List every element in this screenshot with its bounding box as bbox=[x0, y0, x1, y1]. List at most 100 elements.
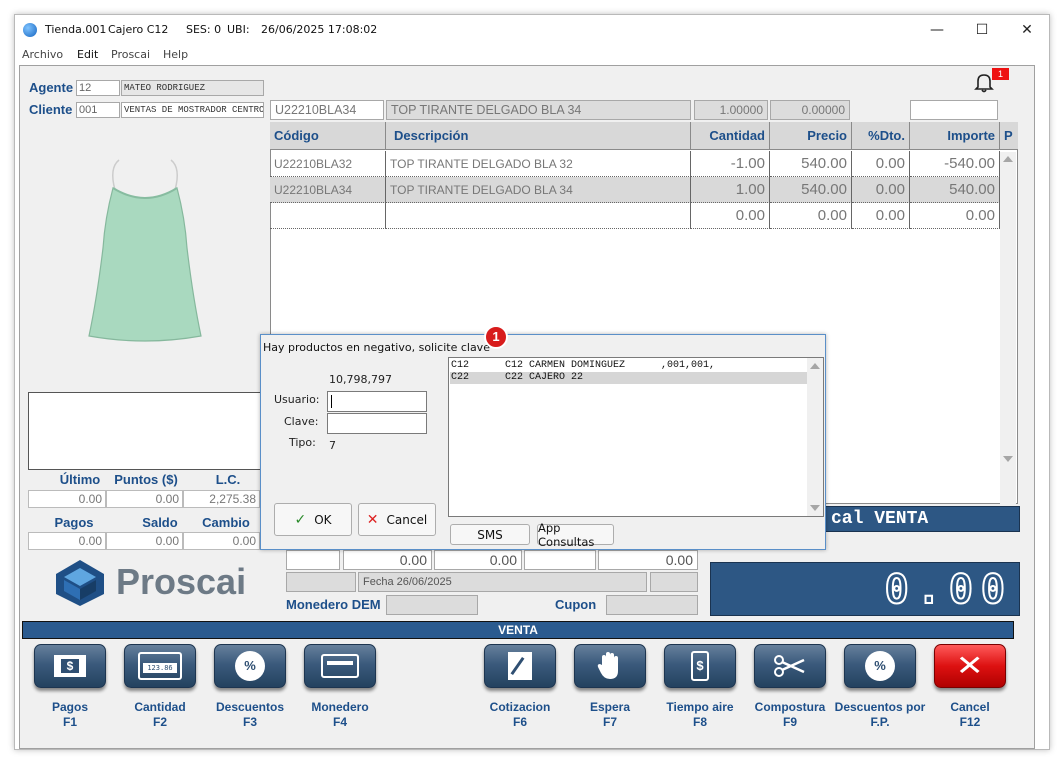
menu-help[interactable]: Help bbox=[163, 48, 188, 61]
cell-discount: 0.00 bbox=[852, 177, 910, 203]
app-consultas-button[interactable]: App Consultas bbox=[537, 521, 614, 549]
cell-code bbox=[270, 203, 386, 229]
quote-icon bbox=[508, 652, 532, 680]
money-icon: $ bbox=[54, 655, 86, 677]
ok-label: OK bbox=[314, 512, 332, 527]
descuentos-fp-label: Descuentos por F.P. bbox=[834, 700, 926, 729]
entry-quantity[interactable]: 1.00000 bbox=[694, 100, 768, 120]
descuentos-fp-button[interactable]: % bbox=[844, 644, 916, 688]
sms-button[interactable]: SMS bbox=[450, 524, 530, 545]
dialog-number: 10,798,797 bbox=[329, 373, 392, 386]
scroll-down-icon[interactable] bbox=[1003, 456, 1013, 462]
tipo-value: 7 bbox=[329, 439, 336, 452]
cancel-f12-button[interactable]: ✕ bbox=[934, 644, 1006, 688]
totals-value-3: 0.00 bbox=[598, 550, 698, 570]
percent-icon: % bbox=[865, 651, 895, 681]
cancel-label: Cancel bbox=[386, 512, 428, 527]
header-importe: Importe bbox=[910, 122, 1000, 150]
pagos-label: Pagos F1 bbox=[51, 700, 88, 729]
monedero-f4-label: Monedero F4 bbox=[311, 700, 369, 729]
cancel-button[interactable]: ✕ Cancel bbox=[358, 503, 436, 536]
scroll-up-icon[interactable] bbox=[1003, 156, 1013, 162]
header-p: P bbox=[1000, 122, 1018, 150]
entry-code-input[interactable]: U22210BLA34 bbox=[270, 100, 384, 120]
cotizacion-button[interactable] bbox=[484, 644, 556, 688]
card-icon bbox=[321, 654, 359, 678]
list-item[interactable]: C22 C22 CAJERO 22 bbox=[450, 372, 807, 384]
step-badge: 1 bbox=[484, 325, 508, 349]
user-list[interactable]: C12 C12 CARMEN DOMINGUEZ ,001,001, C22 C… bbox=[448, 357, 824, 517]
monedero-button[interactable] bbox=[304, 644, 376, 688]
calculator-icon: 123.86 bbox=[138, 652, 182, 680]
menu-proscai[interactable]: Proscai bbox=[111, 48, 150, 61]
close-button[interactable]: ✕ bbox=[1005, 19, 1049, 41]
cambio-label: Cambio bbox=[202, 515, 250, 530]
product-image bbox=[75, 158, 215, 343]
cantidad-button[interactable]: 123.86 bbox=[124, 644, 196, 688]
cell-discount: 0.00 bbox=[852, 151, 910, 177]
list-scrollbar[interactable] bbox=[807, 358, 823, 516]
check-icon: ✓ bbox=[294, 511, 307, 528]
scroll-down-icon[interactable] bbox=[810, 505, 820, 511]
totals-field-d bbox=[650, 572, 698, 592]
tipo-label: Tipo: bbox=[289, 436, 316, 449]
maximize-button[interactable]: ☐ bbox=[960, 19, 1004, 41]
tiempo-aire-button[interactable]: $ bbox=[664, 644, 736, 688]
title-bar: Tienda.001 Cajero C12 SES: 0 UBI: 26/06/… bbox=[15, 15, 1049, 45]
cell-qty: 0.00 bbox=[691, 203, 770, 229]
agent-label: Agente bbox=[29, 80, 74, 95]
menu-edit[interactable]: Edit bbox=[77, 48, 98, 61]
descuentos-label: Descuentos F3 bbox=[215, 700, 285, 729]
header-cantidad: Cantidad bbox=[691, 122, 770, 150]
lc-value: 2,275.38 bbox=[183, 490, 260, 508]
cell-qty: -1.00 bbox=[691, 151, 770, 177]
ok-button[interactable]: ✓ OK bbox=[274, 503, 352, 536]
totals-field-c bbox=[286, 572, 356, 592]
store-name: Tienda.001 bbox=[45, 23, 107, 36]
scissors-icon bbox=[774, 655, 805, 677]
client-label: Cliente bbox=[29, 102, 73, 117]
client-name-field: VENTAS DE MOSTRADOR CENTRO bbox=[121, 102, 264, 118]
cupon-field[interactable] bbox=[606, 595, 698, 615]
pagos-value: 0.00 bbox=[28, 532, 106, 550]
agent-name-field: MATEO RODRIGUEZ bbox=[121, 80, 264, 96]
cell-amount: -540.00 bbox=[910, 151, 1000, 177]
scroll-up-icon[interactable] bbox=[810, 363, 820, 369]
mode-banner: cal VENTA bbox=[824, 506, 1020, 532]
notification-badge: 1 bbox=[992, 68, 1009, 80]
cambio-value: 0.00 bbox=[183, 532, 260, 550]
saldo-value: 0.00 bbox=[106, 532, 183, 550]
cupon-label: Cupon bbox=[555, 597, 597, 612]
cotizacion-label: Cotizacion F6 bbox=[489, 700, 551, 729]
totals-field-a bbox=[286, 550, 340, 570]
cashier-name: Cajero C12 bbox=[108, 23, 169, 36]
table-scrollbar[interactable] bbox=[1000, 152, 1016, 504]
lc-label: L.C. bbox=[215, 472, 241, 487]
menu-bar: Archivo Edit Proscai Help bbox=[15, 45, 1049, 65]
pagos-button[interactable]: $ bbox=[34, 644, 106, 688]
cancel-label: Cancel F12 bbox=[950, 700, 990, 729]
mode-bar: VENTA bbox=[22, 621, 1014, 639]
client-code-field[interactable]: 001 bbox=[76, 102, 120, 118]
menu-archivo[interactable]: Archivo bbox=[22, 48, 63, 61]
cell-qty: 1.00 bbox=[691, 177, 770, 203]
compostura-button[interactable] bbox=[754, 644, 826, 688]
pagos-label: Pagos bbox=[54, 515, 94, 530]
list-item[interactable]: C12 C12 CARMEN DOMINGUEZ ,001,001, bbox=[450, 360, 807, 372]
cantidad-label: Cantidad F2 bbox=[134, 700, 186, 729]
total-amount: 0.00 bbox=[884, 566, 1013, 614]
totals-value-1: 0.00 bbox=[343, 550, 432, 570]
agent-code-field[interactable]: 12 bbox=[76, 80, 120, 96]
minimize-button[interactable]: — bbox=[915, 19, 959, 41]
clave-input[interactable] bbox=[327, 413, 427, 434]
entry-extra-input[interactable] bbox=[910, 100, 998, 120]
entry-price[interactable]: 0.00000 bbox=[770, 100, 850, 120]
cell-price: 540.00 bbox=[770, 151, 852, 177]
usuario-input[interactable] bbox=[327, 391, 427, 412]
monedero-field[interactable] bbox=[386, 595, 478, 615]
app-globe-icon bbox=[23, 23, 37, 37]
fecha-field: Fecha 26/06/2025 bbox=[358, 572, 647, 592]
espera-label: Espera F7 bbox=[589, 700, 631, 729]
descuentos-button[interactable]: % bbox=[214, 644, 286, 688]
espera-button[interactable] bbox=[574, 644, 646, 688]
